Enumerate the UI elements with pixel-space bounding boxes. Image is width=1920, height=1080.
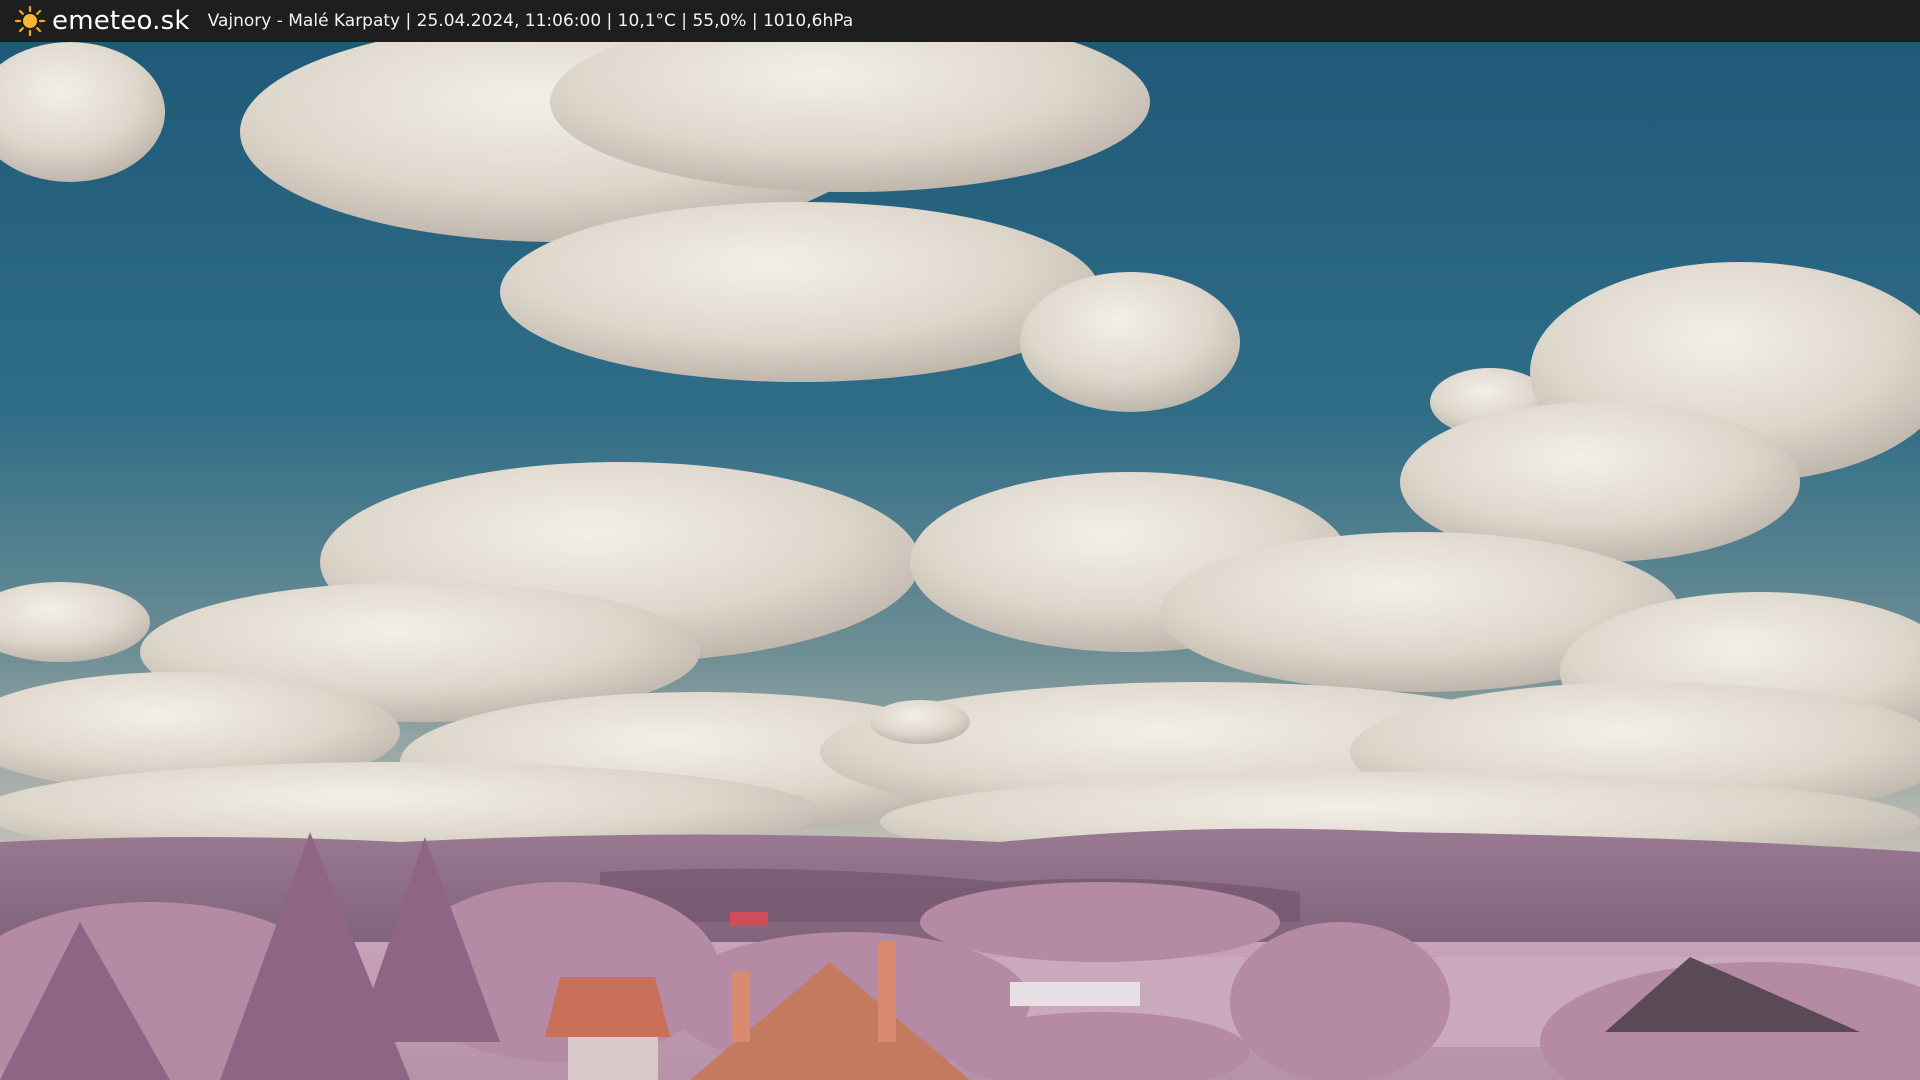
sun-icon — [14, 5, 46, 37]
webcam-frame: emeteo.sk Vajnory - Malé Karpaty | 25.04… — [0, 0, 1920, 1080]
landscape-photo — [0, 42, 1920, 1080]
header-bar: emeteo.sk Vajnory - Malé Karpaty | 25.04… — [0, 0, 1920, 42]
webcam-image — [0, 42, 1920, 1080]
weather-info: Vajnory - Malé Karpaty | 25.04.2024, 11:… — [207, 11, 854, 31]
brand-logo[interactable]: emeteo.sk — [14, 0, 190, 42]
brand-name: emeteo.sk — [52, 6, 190, 36]
